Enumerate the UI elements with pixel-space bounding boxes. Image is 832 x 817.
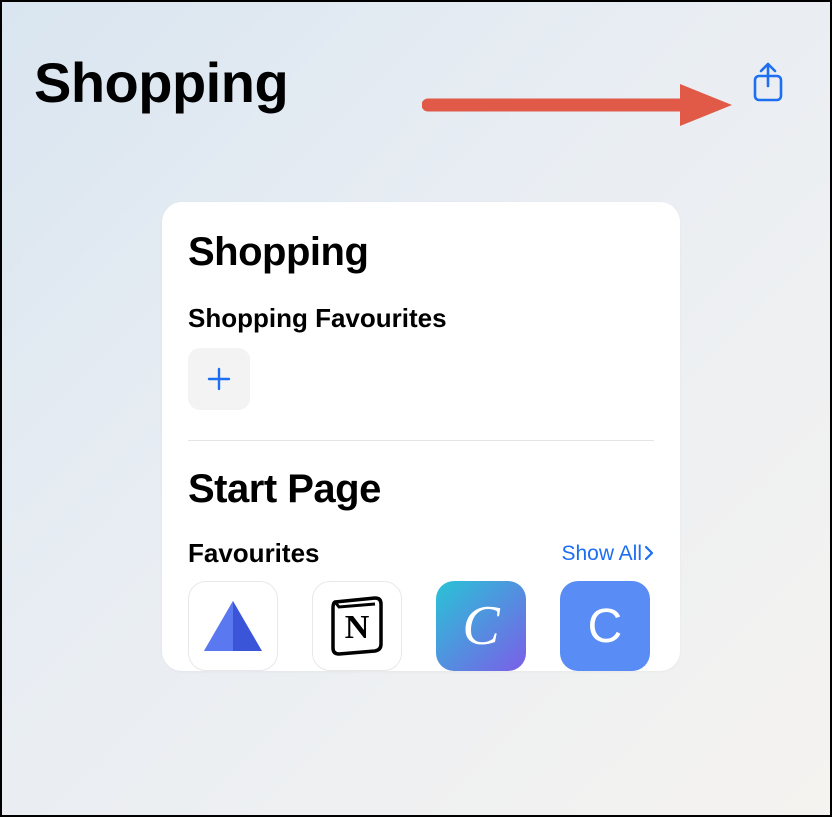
favourite-item-notion[interactable]: N [312,581,402,671]
share-icon [751,62,785,104]
svg-text:N: N [345,609,370,646]
favourites-heading: Favourites [188,538,320,569]
start-page-heading: Start Page [188,467,654,512]
show-all-label: Show All [561,542,642,566]
plus-icon [206,366,232,392]
favourites-row: N C C [188,581,654,671]
card-title: Shopping [188,230,654,275]
chevron-right-icon [644,543,654,565]
add-favourite-button[interactable] [188,348,250,410]
show-all-link[interactable]: Show All [561,542,654,566]
content-card: Shopping Shopping Favourites Start Page … [162,202,680,671]
divider [188,440,654,441]
shopping-favourites-heading: Shopping Favourites [188,303,654,334]
notion-icon: N [321,590,393,662]
header-actions [746,61,790,105]
share-button[interactable] [746,61,790,105]
favourite-item-c[interactable]: C [560,581,650,671]
favourites-header: Favourites Show All [188,538,654,569]
favourite-item-canva[interactable]: C [436,581,526,671]
triangle-icon [198,591,268,661]
header: Shopping [2,2,830,115]
app-frame: Shopping Shopping Shopping Favourites [0,0,832,817]
c-icon: C [588,599,623,654]
shopping-favourites-section: Shopping Favourites [188,303,654,410]
favourite-item-triangle[interactable] [188,581,278,671]
page-title: Shopping [34,50,288,115]
canva-icon: C [462,594,499,658]
